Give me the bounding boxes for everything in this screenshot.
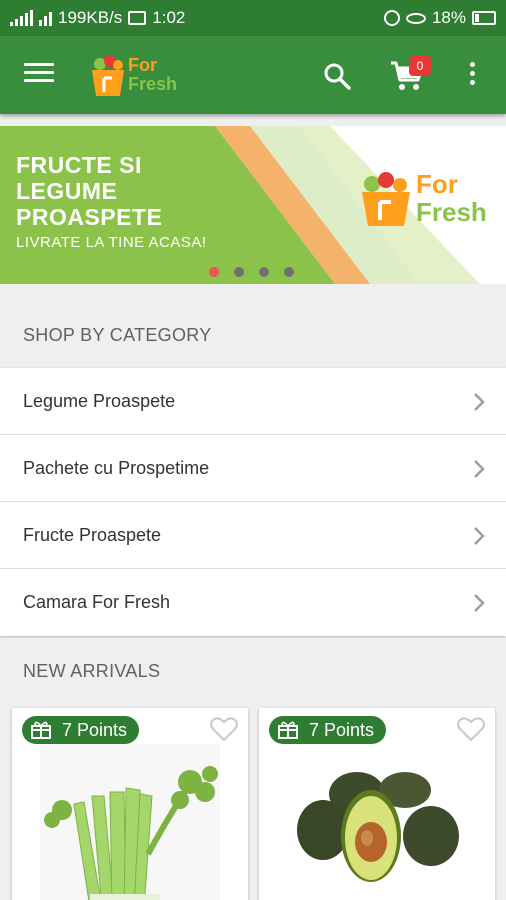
points-label: 7 Points <box>62 719 128 740</box>
chevron-right-icon <box>474 527 485 545</box>
banner-subline: LIVRATE LA TINE ACASA! <box>16 234 207 251</box>
points-badge: 7 Points <box>22 716 140 744</box>
carousel-dot-1[interactable] <box>209 267 219 277</box>
app-bar: For Fresh 0 <box>0 36 506 114</box>
basket-logo-icon <box>92 55 124 96</box>
carousel-indicator <box>209 267 294 277</box>
category-list: Legume Proaspete Pachete cu Prospetime F… <box>0 368 506 636</box>
promo-banner[interactable]: FRUCTE SI LEGUME PROASPETE LIVRATE LA TI… <box>0 126 506 284</box>
more-vert-icon[interactable] <box>466 62 478 90</box>
chevron-right-icon <box>474 393 485 411</box>
basket-logo-icon <box>362 172 410 226</box>
category-item-fructe-proaspete[interactable]: Fructe Proaspete <box>0 502 506 569</box>
category-section-header: SHOP BY CATEGORY <box>0 302 506 368</box>
app-logo[interactable]: For Fresh <box>90 52 186 98</box>
favorite-heart-icon[interactable] <box>210 716 238 742</box>
alarm-icon <box>383 10 400 26</box>
points-badge: 7 Points <box>269 716 387 744</box>
battery-icon <box>472 11 496 25</box>
banner-logo-text: For Fresh <box>416 169 487 227</box>
status-bar: 199KB/s 1:02 18% <box>0 0 506 36</box>
battery-level: 18% <box>431 8 466 27</box>
search-icon[interactable] <box>323 62 351 90</box>
logo-text: For Fresh <box>128 55 178 94</box>
points-label: 7 Points <box>309 719 375 740</box>
category-label: Fructe Proaspete <box>23 525 162 545</box>
category-label: Camara For Fresh <box>23 592 171 612</box>
menu-icon[interactable] <box>24 63 54 87</box>
chevron-right-icon <box>474 594 485 612</box>
favorite-heart-icon[interactable] <box>457 716 485 742</box>
signal-icon <box>10 10 33 26</box>
product-image-celery <box>40 744 220 900</box>
new-arrivals-section-header: NEW ARRIVALS <box>0 638 506 704</box>
gift-icon <box>31 721 51 739</box>
category-item-legume-proaspete[interactable]: Legume Proaspete <box>0 368 506 435</box>
carousel-dot-3[interactable] <box>259 267 269 277</box>
eye-icon <box>405 12 426 24</box>
carousel-dot-2[interactable] <box>234 267 244 277</box>
carousel-dot-4[interactable] <box>284 267 294 277</box>
mail-icon <box>128 11 147 25</box>
gift-icon <box>278 721 298 739</box>
product-card-celery[interactable]: 7 Points <box>12 708 248 900</box>
banner-headline: FRUCTE SI LEGUME PROASPETE <box>16 152 163 230</box>
status-time: 1:02 <box>152 8 186 27</box>
product-image-avocado <box>287 744 467 900</box>
network-speed: 199KB/s <box>58 8 123 27</box>
banner-logo: For Fresh <box>360 168 500 228</box>
chevron-right-icon <box>474 460 485 478</box>
signal-2-icon <box>39 10 52 26</box>
category-label: Legume Proaspete <box>23 391 176 411</box>
product-card-avocado[interactable]: 7 Points <box>259 708 495 900</box>
category-item-camara-for-fresh[interactable]: Camara For Fresh <box>0 569 506 636</box>
cart-count-badge: 0 <box>409 56 431 76</box>
category-item-pachete-cu-prospetime[interactable]: Pachete cu Prospetime <box>0 435 506 502</box>
category-label: Pachete cu Prospetime <box>23 458 210 478</box>
